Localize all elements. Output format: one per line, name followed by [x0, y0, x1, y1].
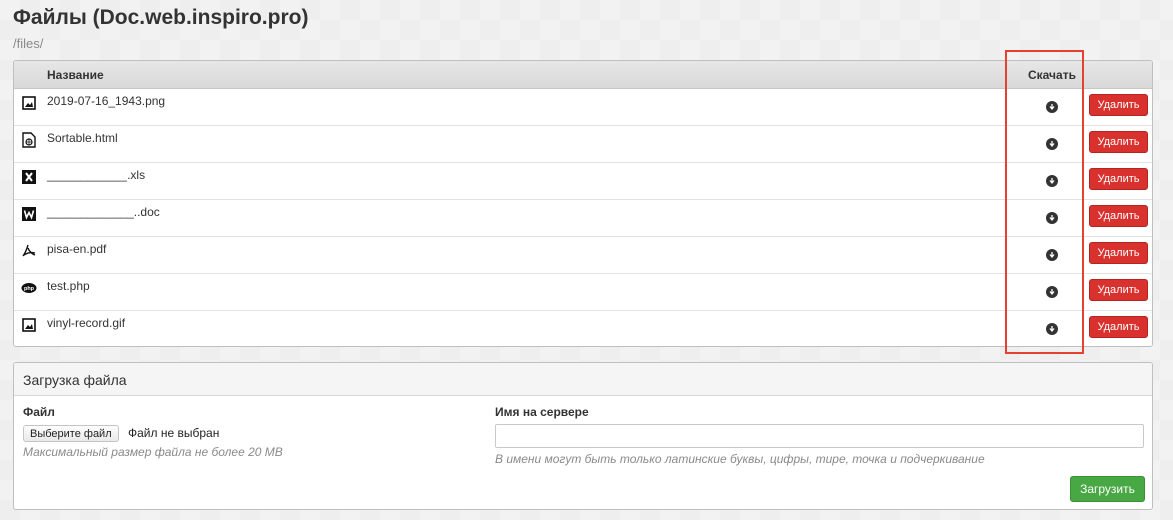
download-icon[interactable]: [1046, 323, 1058, 335]
upload-button[interactable]: Загрузить: [1070, 476, 1145, 502]
page-title: Файлы (Doc.web.inspiro.pro): [13, 6, 309, 29]
html-file-icon: [21, 132, 37, 148]
files-table: Название Скачать 2019-07-16_1943.png Уда…: [13, 60, 1153, 347]
download-icon[interactable]: [1046, 286, 1058, 298]
download-icon[interactable]: [1046, 175, 1058, 187]
file-name[interactable]: vinyl-record.gif: [47, 316, 125, 330]
delete-button[interactable]: Удалить: [1089, 316, 1148, 338]
file-name[interactable]: Sortable.html: [47, 131, 118, 145]
svg-text:php: php: [24, 286, 35, 292]
column-header-download: Скачать: [1028, 68, 1076, 82]
upload-panel-header: Загрузка файла: [14, 363, 1152, 396]
table-row: ____________.xls Удалить: [14, 163, 1152, 200]
word-file-icon: [21, 206, 37, 222]
max-size-hint: Максимальный размер файла не более 20 MB: [23, 445, 283, 459]
download-icon[interactable]: [1046, 101, 1058, 113]
image-file-icon: [21, 95, 37, 111]
choose-file-button[interactable]: Выберите файл: [23, 425, 119, 442]
upload-title: Загрузка файла: [23, 372, 127, 388]
delete-button[interactable]: Удалить: [1089, 242, 1148, 264]
server-name-input[interactable]: [495, 424, 1144, 448]
file-name[interactable]: pisa-en.pdf: [47, 242, 106, 256]
column-header-name: Название: [47, 68, 104, 82]
excel-file-icon: [21, 169, 37, 185]
table-row: pisa-en.pdf Удалить: [14, 237, 1152, 274]
breadcrumb: /files/: [13, 36, 44, 51]
download-icon[interactable]: [1046, 212, 1058, 224]
file-name[interactable]: _____________..doc: [47, 205, 160, 219]
no-file-text: Файл не выбран: [128, 426, 220, 440]
server-name-label: Имя на сервере: [495, 405, 589, 419]
delete-button[interactable]: Удалить: [1089, 168, 1148, 190]
delete-button[interactable]: Удалить: [1089, 205, 1148, 227]
image-file-icon: [21, 317, 37, 333]
download-icon[interactable]: [1046, 138, 1058, 150]
upload-panel: Загрузка файла Файл Выберите файл Файл н…: [13, 362, 1153, 510]
table-row: vinyl-record.gif Удалить: [14, 311, 1152, 346]
delete-button[interactable]: Удалить: [1089, 94, 1148, 116]
file-name[interactable]: 2019-07-16_1943.png: [47, 94, 165, 108]
download-icon[interactable]: [1046, 249, 1058, 261]
pdf-file-icon: [21, 243, 37, 259]
file-name[interactable]: ____________.xls: [47, 168, 145, 182]
server-name-hint: В имени могут быть только латинские букв…: [495, 452, 985, 466]
table-row: 2019-07-16_1943.png Удалить: [14, 89, 1152, 126]
php-file-icon: php: [21, 280, 37, 296]
delete-button[interactable]: Удалить: [1089, 279, 1148, 301]
table-row: Sortable.html Удалить: [14, 126, 1152, 163]
delete-button[interactable]: Удалить: [1089, 131, 1148, 153]
file-label: Файл: [23, 405, 55, 419]
table-row: php test.php Удалить: [14, 274, 1152, 311]
table-row: _____________..doc Удалить: [14, 200, 1152, 237]
table-header: Название Скачать: [14, 61, 1152, 89]
file-name[interactable]: test.php: [47, 279, 90, 293]
